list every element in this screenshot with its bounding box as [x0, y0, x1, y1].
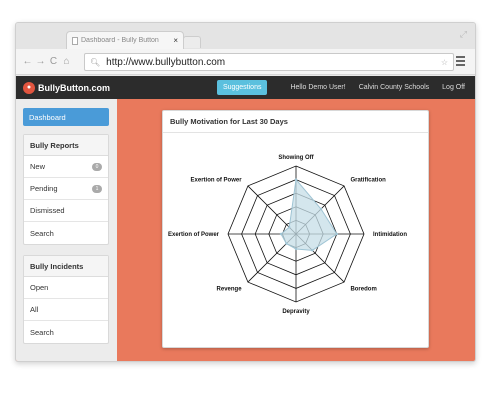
radar-data-point — [285, 242, 288, 245]
radar-data-point — [288, 226, 291, 229]
brand-logo-icon: ● — [23, 81, 35, 94]
radar-data-point — [279, 232, 283, 236]
resize-icon[interactable]: ⤢ — [460, 29, 467, 40]
new-tab-button[interactable] — [183, 36, 201, 48]
radar-data-point — [294, 178, 298, 181]
user-greeting[interactable]: Hello Demo User! — [290, 84, 345, 91]
back-icon[interactable]: ← — [22, 56, 33, 67]
bully-reports-heading: Bully Reports — [24, 135, 108, 156]
reports-new-item[interactable]: New 0 — [24, 156, 108, 178]
browser-menu-icon[interactable] — [456, 56, 465, 66]
incidents-search-item[interactable]: Search — [24, 321, 108, 343]
app-area: ● BullyButton.com Suggestions Hello Demo… — [16, 76, 475, 361]
radar-data-point — [311, 249, 314, 252]
browser-toolbar: ← → C ⌂ 🔍︎ http://www.bullybutton.com ☆ — [16, 49, 475, 75]
top-navbar: ● BullyButton.com Suggestions Hello Demo… — [16, 76, 475, 99]
radar-chart: Showing Off Gratification Intimidation Bore… — [168, 155, 407, 315]
org-link[interactable]: Calvin County Schools — [359, 84, 429, 91]
radar-data-point — [319, 207, 323, 211]
motivation-chart-card: Bully Motivation for Last 30 Days Showin… — [162, 110, 429, 348]
radar-axis-label: Showing Off — [278, 155, 314, 161]
incidents-all-item[interactable]: All — [24, 299, 108, 321]
radar-axis-label: Exertion of Power — [191, 178, 243, 184]
reload-icon[interactable]: C — [48, 56, 59, 67]
reports-dismissed-label: Dismissed — [30, 206, 65, 215]
radar-axis-label: Depravity — [282, 309, 310, 315]
bully-incidents-panel: Bully Incidents Open All Search — [23, 255, 109, 344]
radar-axis-label: Gratification — [350, 178, 386, 184]
bookmark-star-icon[interactable]: ☆ — [441, 58, 448, 67]
bully-incidents-heading: Bully Incidents — [24, 256, 108, 277]
incidents-open-item[interactable]: Open — [24, 277, 108, 299]
close-tab-icon[interactable]: × — [173, 36, 178, 45]
incidents-search-label: Search — [30, 327, 54, 337]
url-text[interactable]: http://www.bullybutton.com — [106, 57, 441, 68]
radar-data-area — [280, 178, 338, 251]
nav-right: Suggestions Hello Demo User! Calvin Coun… — [216, 76, 465, 99]
browser-window: Dashboard - Bully Button × ⤢ ← → C ⌂ 🔍︎ … — [15, 22, 476, 362]
bully-reports-panel: Bully Reports New 0 Pending 1 Dismissed … — [23, 134, 109, 245]
brand[interactable]: ● BullyButton.com — [23, 81, 110, 94]
tab-title: Dashboard - Bully Button — [81, 37, 159, 44]
page-icon — [72, 36, 78, 45]
dashboard-button[interactable]: Dashboard — [23, 108, 109, 126]
reports-search-item[interactable]: Search — [24, 222, 108, 244]
reports-pending-label: Pending — [30, 184, 58, 193]
radar-axis-label: Revenge — [217, 286, 243, 292]
address-bar[interactable]: 🔍︎ http://www.bullybutton.com ☆ — [84, 53, 454, 71]
brand-name: BullyButton.com — [38, 82, 110, 93]
reports-search-label: Search — [30, 228, 54, 238]
radar-data-point — [294, 247, 298, 251]
radar-axis-label: Exertion of Power — [168, 232, 220, 238]
chart-card-title: Bully Motivation for Last 30 Days — [163, 111, 428, 133]
forward-icon[interactable]: → — [35, 56, 46, 67]
logout-link[interactable]: Log Off — [442, 84, 465, 91]
radar-data-point — [335, 232, 338, 236]
reports-new-badge: 0 — [92, 162, 102, 171]
search-icon: 🔍︎ — [90, 57, 101, 67]
reports-dismissed-item[interactable]: Dismissed — [24, 200, 108, 222]
incidents-open-label: Open — [30, 283, 49, 292]
reports-pending-item[interactable]: Pending 1 — [24, 178, 108, 200]
tab-strip: Dashboard - Bully Button × ⤢ — [16, 23, 475, 49]
browser-tab[interactable]: Dashboard - Bully Button × — [66, 31, 184, 49]
radar-axis-label: Boredom — [350, 286, 376, 292]
home-icon[interactable]: ⌂ — [61, 56, 72, 67]
reports-pending-badge: 1 — [92, 184, 102, 193]
suggestions-button[interactable]: Suggestions — [216, 80, 268, 95]
sidebar: Dashboard Bully Reports New 0 Pending 1 … — [16, 99, 117, 361]
incidents-all-label: All — [30, 305, 39, 314]
radar-axis-label: Intimidation — [373, 232, 407, 238]
reports-new-label: New — [30, 162, 46, 171]
